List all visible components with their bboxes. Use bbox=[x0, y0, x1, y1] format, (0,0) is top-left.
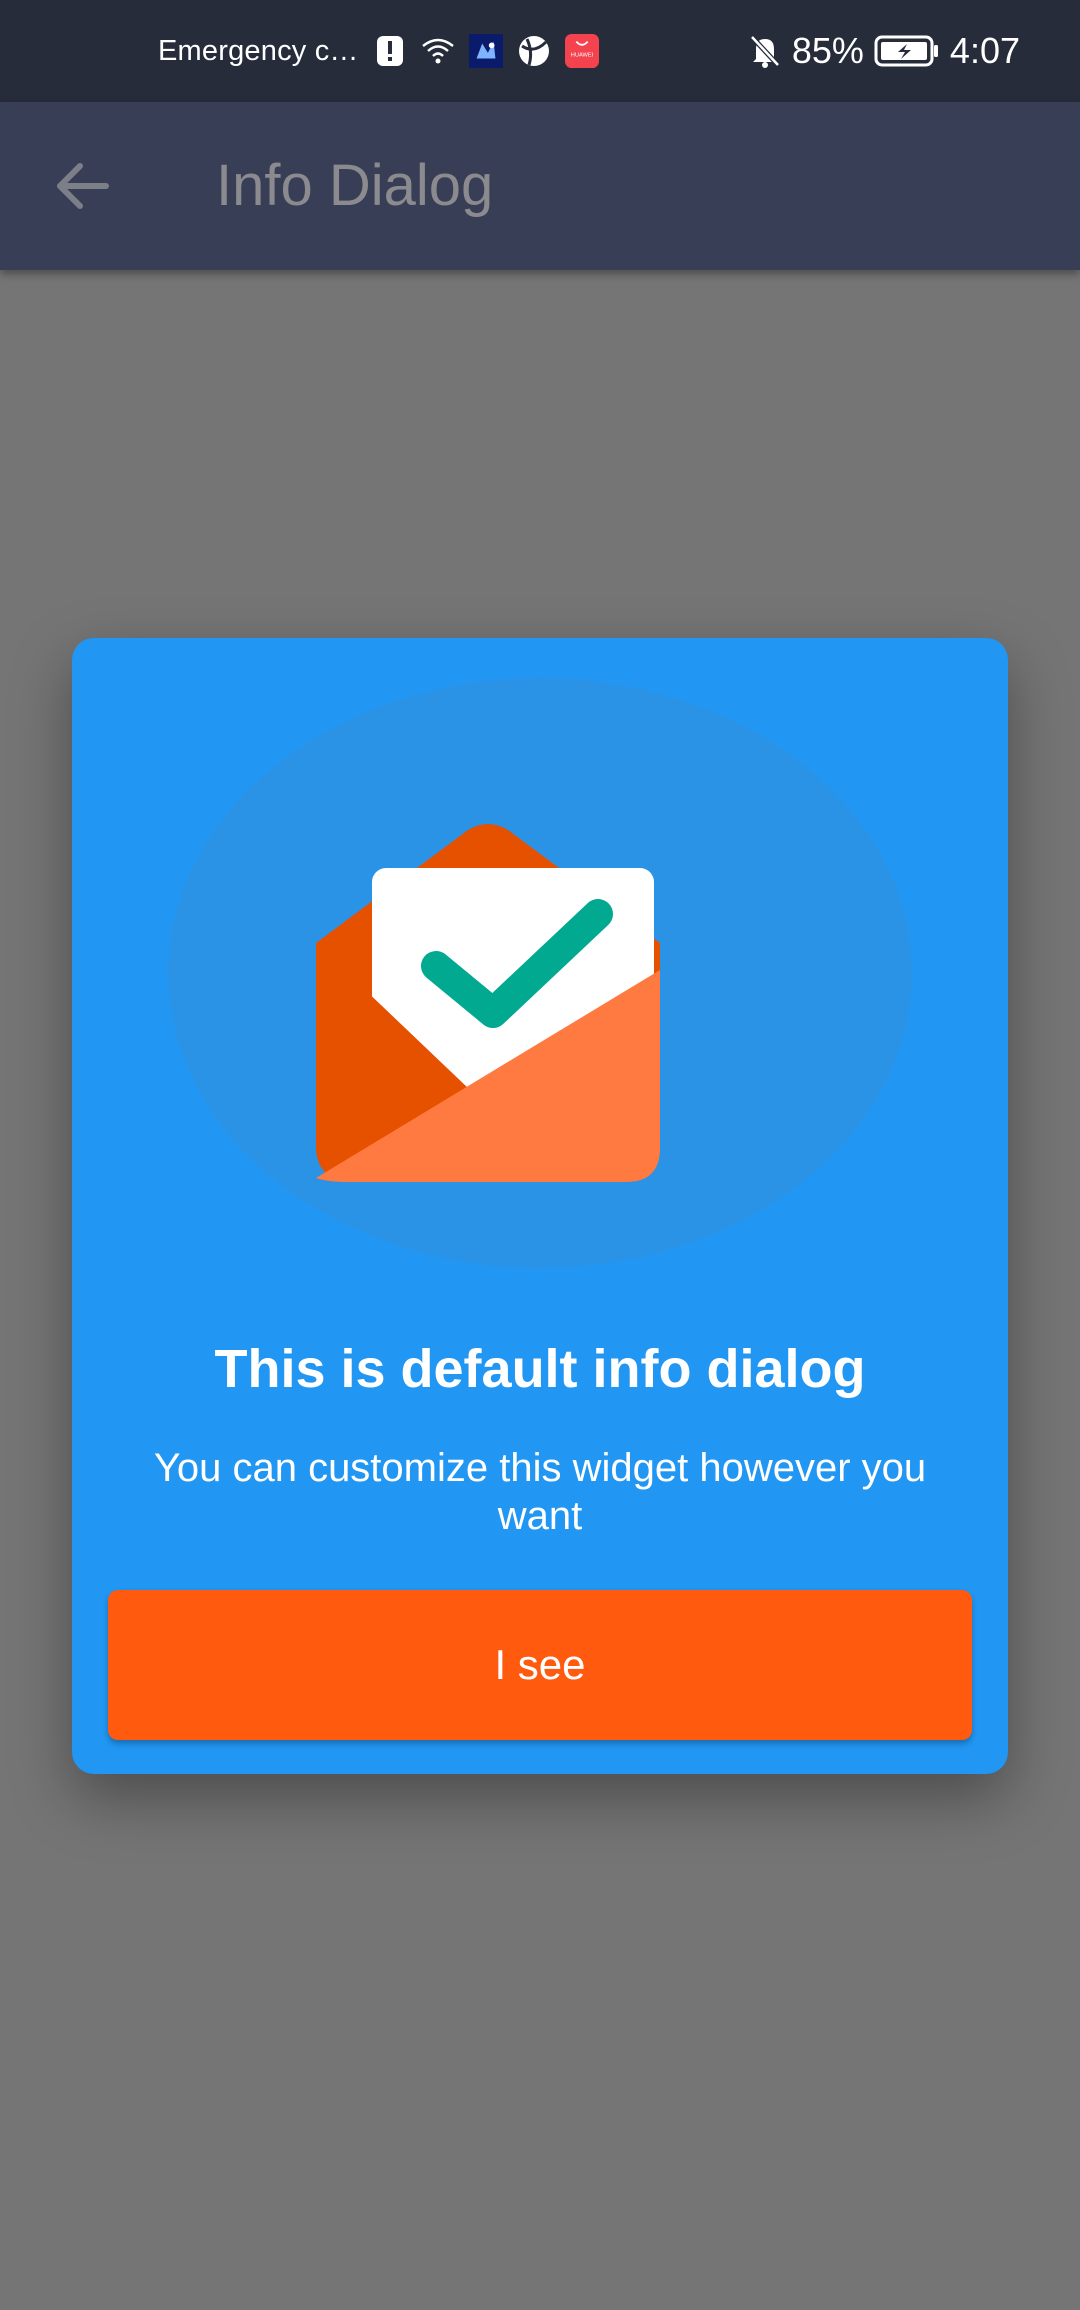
i-see-button[interactable]: I see bbox=[108, 1590, 972, 1740]
alert-icon bbox=[373, 34, 407, 68]
huawei-store-icon: HUAWEI bbox=[564, 34, 599, 68]
envelope-check-icon bbox=[316, 824, 660, 1182]
status-bar: Emergency c… HUAWEI 85% 4:07 bbox=[0, 0, 1080, 102]
dialog-title: This is default info dialog bbox=[214, 1339, 866, 1399]
back-button[interactable] bbox=[42, 146, 122, 226]
wifi-icon bbox=[421, 34, 455, 68]
info-dialog: This is default info dialog You can cust… bbox=[72, 638, 1008, 1774]
page-title: Info Dialog bbox=[216, 153, 494, 218]
battery-percent: 85% bbox=[791, 30, 864, 71]
carrier-text: Emergency c… bbox=[158, 34, 359, 67]
battery-charging-icon bbox=[874, 34, 940, 68]
arrow-back-icon bbox=[57, 163, 109, 209]
dialog-message: You can customize this widget however yo… bbox=[153, 1446, 927, 1538]
status-right: 85% 4:07 bbox=[748, 0, 1020, 102]
browser-icon bbox=[517, 34, 551, 68]
status-left: Emergency c… HUAWEI bbox=[158, 0, 599, 102]
huawei-label: HUAWEI bbox=[570, 53, 593, 59]
screen: Emergency c… HUAWEI 85% 4:07 Info Dialog… bbox=[0, 0, 1080, 2310]
bell-off-icon bbox=[748, 34, 782, 68]
app-icon bbox=[468, 34, 503, 68]
clock: 4:07 bbox=[949, 30, 1020, 71]
app-bar: Info Dialog bbox=[0, 102, 1080, 270]
